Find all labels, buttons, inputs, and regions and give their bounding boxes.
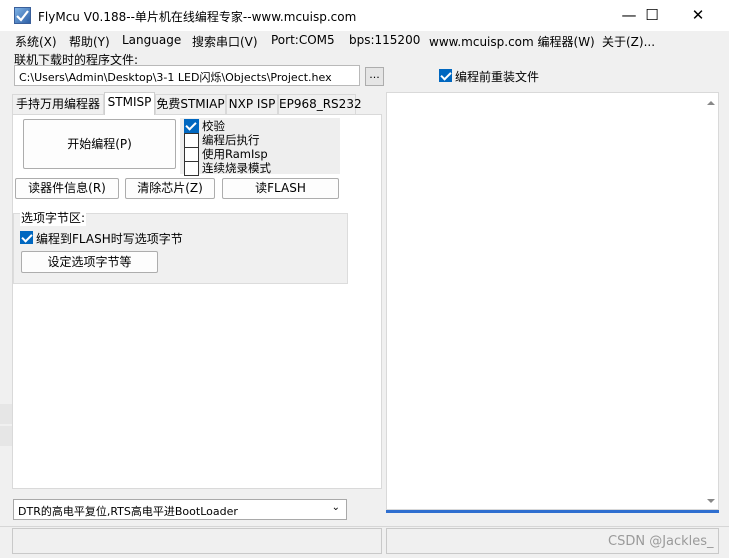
continuous-burn-label: 连续烧录模式 <box>202 161 271 175</box>
csdn-watermark: CSDN @Jackles_ <box>608 534 714 549</box>
status-segment-left <box>12 528 382 554</box>
close-button[interactable]: ✕ <box>675 0 721 31</box>
run-after-program-checkbox[interactable] <box>184 133 199 148</box>
read-device-info-button[interactable]: 读器件信息(R) <box>15 178 119 199</box>
start-programming-button[interactable]: 开始编程(P) <box>23 119 176 169</box>
menu-search-port[interactable]: 搜索串口(V) <box>192 33 258 50</box>
browse-file-button[interactable]: ... <box>365 67 384 86</box>
program-options-area: 校验 编程后执行 使用RamIsp 连续烧录模式 <box>180 118 340 176</box>
tab-stmisp[interactable]: STMISP <box>104 92 155 115</box>
menu-bps[interactable]: bps:115200 <box>349 33 420 47</box>
tab-handheld-programmer[interactable]: 手持万用编程器 <box>12 94 104 114</box>
menu-language[interactable]: Language <box>122 33 181 47</box>
window-title: FlyMcu V0.188--单片机在线编程专家--www.mcuisp.com <box>38 10 357 24</box>
menu-system[interactable]: 系统(X) <box>15 33 57 50</box>
menu-programmer[interactable]: www.mcuisp.com 编程器(W) <box>429 33 595 50</box>
read-flash-button[interactable]: 读FLASH <box>222 178 339 199</box>
menu-port[interactable]: Port:COM5 <box>271 33 335 47</box>
reload-file-label: 编程前重装文件 <box>455 70 540 84</box>
left-edge-stripe-2 <box>0 426 12 446</box>
left-edge-stripe <box>0 404 12 424</box>
program-file-path-input[interactable]: C:\Users\Admin\Desktop\3-1 LED闪烁\Objects… <box>14 65 360 86</box>
menu-bar: 系统(X) 帮助(Y) Language 搜索串口(V) Port:COM5 b… <box>0 31 729 51</box>
option-bytes-title: 选项字节区: <box>20 209 87 226</box>
menu-about[interactable]: 关于(Z)... <box>602 33 655 50</box>
bootloader-mode-select[interactable]: DTR的高电平复位,RTS高电平进BootLoader ⌄ <box>13 499 347 520</box>
scroll-up-arrow-icon[interactable] <box>706 98 716 108</box>
write-option-bytes-label: 编程到FLASH时写选项字节 <box>36 232 183 246</box>
menu-help[interactable]: 帮助(Y) <box>69 33 110 50</box>
bootloader-mode-value: DTR的高电平复位,RTS高电平进BootLoader <box>18 505 238 518</box>
write-option-bytes-checkbox[interactable] <box>20 231 33 244</box>
set-option-bytes-button[interactable]: 设定选项字节等 <box>21 251 158 273</box>
use-ramisp-checkbox[interactable] <box>184 147 199 162</box>
output-log-pane[interactable] <box>386 92 719 510</box>
chevron-down-icon: ⌄ <box>331 502 340 513</box>
tab-nxp-isp[interactable]: NXP ISP <box>226 94 278 114</box>
continuous-burn-checkbox[interactable] <box>184 161 199 176</box>
reload-file-checkbox[interactable] <box>439 69 452 82</box>
progress-bar <box>386 510 719 513</box>
scroll-down-arrow-icon[interactable] <box>706 496 716 506</box>
maximize-button[interactable]: ☐ <box>629 0 675 31</box>
erase-chip-button[interactable]: 清除芯片(Z) <box>125 178 215 199</box>
verify-checkbox[interactable] <box>184 119 199 134</box>
tab-ep968-rs232[interactable]: EP968_RS232 <box>278 94 362 114</box>
flymcu-app-icon <box>14 7 31 24</box>
tab-free-stmiap[interactable]: 免费STMIAP <box>155 94 226 114</box>
